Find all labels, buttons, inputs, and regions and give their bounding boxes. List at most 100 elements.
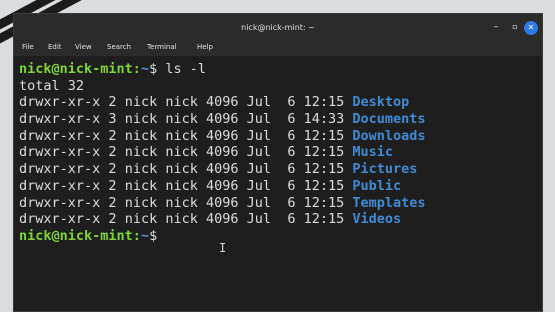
entry-links: 3 — [108, 111, 117, 128]
command-text: ls -l — [157, 61, 206, 77]
entry-group: nick — [165, 111, 198, 128]
entry-details: drwxr-xr-x 2 nick nick 4096 Jul 6 12:15 — [19, 195, 352, 211]
entry-month: Jul — [246, 194, 272, 211]
entry-links: 2 — [108, 127, 117, 144]
directory-name: Downloads — [352, 127, 426, 144]
listing: drwxr-xr-x 2 nick nick 4096 Jul 6 12:15 … — [14, 94, 542, 228]
entry-group: nick — [165, 144, 198, 161]
entry-month: Jul — [246, 161, 272, 178]
listing-row: drwxr-xr-x 3 nick nick 4096 Jul 6 14:33 … — [14, 111, 542, 128]
directory-name: Music — [352, 144, 394, 161]
entry-month: Jul — [246, 111, 272, 128]
directory-name: Documents — [352, 111, 426, 128]
entry-time: 12:15 — [303, 177, 345, 194]
entry-user: nick — [124, 127, 158, 144]
menu-edit[interactable]: Edit — [48, 43, 62, 51]
close-button[interactable]: ✕ — [524, 21, 538, 35]
entry-size: 4096 — [206, 94, 239, 111]
terminal-output[interactable]: nick@nick-mint:~$ ls -l total 32 drwxr-x… — [14, 56, 542, 311]
title-bar[interactable]: nick@nick-mint: ~ – ▫ ✕ — [14, 14, 542, 42]
entry-size: 4096 — [206, 144, 239, 161]
entry-details: drwxr-xr-x 2 nick nick 4096 Jul 6 12:15 — [19, 128, 352, 144]
entry-links: 2 — [108, 194, 117, 211]
total-line: total 32 — [19, 77, 85, 94]
entry-perm: drwxr-xr-x — [19, 211, 101, 228]
entry-links: 2 — [108, 161, 117, 178]
directory-name: Videos — [352, 211, 402, 228]
listing-row: drwxr-xr-x 2 nick nick 4096 Jul 6 12:15 … — [14, 211, 542, 228]
menu-search[interactable]: Search — [107, 43, 131, 51]
entry-month: Jul — [246, 177, 272, 194]
entry-month: Jul — [246, 127, 272, 144]
current-prompt-line: nick@nick-mint:~$ — [14, 228, 542, 245]
listing-row: drwxr-xr-x 2 nick nick 4096 Jul 6 12:15 … — [14, 161, 542, 178]
text-cursor-icon: Ι — [219, 241, 227, 255]
entry-size: 4096 — [206, 211, 239, 228]
prompt-separator: : — [132, 61, 141, 77]
prompt-user-host: nick@nick-mint — [19, 61, 133, 77]
window-title: nick@nick-mint: ~ — [241, 23, 315, 32]
menu-terminal[interactable]: Terminal — [147, 43, 177, 51]
entry-time: 14:33 — [303, 111, 345, 128]
entry-size: 4096 — [206, 127, 239, 144]
entry-perm: drwxr-xr-x — [19, 111, 101, 128]
menu-help[interactable]: Help — [197, 43, 213, 51]
entry-perm: drwxr-xr-x — [19, 94, 101, 111]
prompt-symbol: $ — [149, 227, 158, 244]
directory-name: Desktop — [352, 94, 410, 111]
entry-perm: drwxr-xr-x — [19, 144, 101, 161]
maximize-button[interactable]: ▫ — [508, 20, 522, 34]
entry-size: 4096 — [206, 194, 239, 211]
entry-perm: drwxr-xr-x — [19, 194, 101, 211]
entry-details: drwxr-xr-x 2 nick nick 4096 Jul 6 12:15 — [19, 94, 352, 110]
entry-details: drwxr-xr-x 2 nick nick 4096 Jul 6 12:15 — [19, 144, 352, 160]
minimize-button[interactable]: – — [489, 20, 503, 34]
entry-details: drwxr-xr-x 2 nick nick 4096 Jul 6 12:15 — [19, 178, 352, 194]
listing-row: drwxr-xr-x 2 nick nick 4096 Jul 6 12:15 … — [14, 94, 542, 111]
entry-group: nick — [165, 94, 198, 111]
entry-user: nick — [124, 177, 158, 194]
entry-perm: drwxr-xr-x — [19, 127, 101, 144]
entry-user: nick — [124, 94, 158, 111]
listing-row: drwxr-xr-x 2 nick nick 4096 Jul 6 12:15 … — [14, 144, 542, 161]
prompt-user-host: nick@nick-mint — [19, 227, 133, 244]
entry-time: 12:15 — [303, 211, 345, 228]
entry-user: nick — [124, 194, 158, 211]
entry-time: 12:15 — [303, 94, 345, 111]
entry-group: nick — [165, 177, 198, 194]
entry-time: 12:15 — [303, 194, 345, 211]
entry-links: 2 — [108, 144, 117, 161]
menu-view[interactable]: View — [75, 43, 92, 51]
entry-details: drwxr-xr-x 2 nick nick 4096 Jul 6 12:15 — [19, 161, 352, 177]
entry-month: Jul — [246, 94, 272, 111]
prompt-symbol: $ — [149, 61, 158, 77]
entry-perm: drwxr-xr-x — [19, 161, 101, 178]
entry-size: 4096 — [206, 111, 239, 128]
prompt-separator: : — [132, 227, 141, 244]
entry-month: Jul — [246, 211, 272, 228]
prompt-path: ~ — [140, 227, 150, 244]
entry-user: nick — [124, 111, 158, 128]
entry-group: nick — [165, 127, 198, 144]
command-line: nick@nick-mint:~$ ls -l — [14, 61, 542, 78]
entry-perm: drwxr-xr-x — [19, 177, 101, 194]
entry-links: 2 — [108, 94, 117, 111]
menu-bar: File Edit View Search Terminal Help — [14, 42, 542, 56]
entry-details: drwxr-xr-x 2 nick nick 4096 Jul 6 12:15 — [19, 211, 352, 227]
entry-group: nick — [165, 211, 198, 228]
entry-links: 2 — [108, 211, 117, 228]
listing-row: drwxr-xr-x 2 nick nick 4096 Jul 6 12:15 … — [14, 195, 542, 212]
directory-name: Public — [352, 177, 402, 194]
entry-user: nick — [124, 211, 158, 228]
entry-user: nick — [124, 144, 158, 161]
entry-month: Jul — [246, 144, 272, 161]
directory-name: Pictures — [352, 161, 418, 178]
entry-size: 4096 — [206, 161, 239, 178]
entry-details: drwxr-xr-x 3 nick nick 4096 Jul 6 14:33 — [19, 111, 352, 127]
entry-size: 4096 — [206, 177, 239, 194]
prompt-path: ~ — [140, 61, 150, 77]
entry-time: 12:15 — [303, 161, 345, 178]
menu-file[interactable]: File — [22, 43, 34, 51]
entry-group: nick — [165, 161, 198, 178]
entry-group: nick — [165, 194, 198, 211]
